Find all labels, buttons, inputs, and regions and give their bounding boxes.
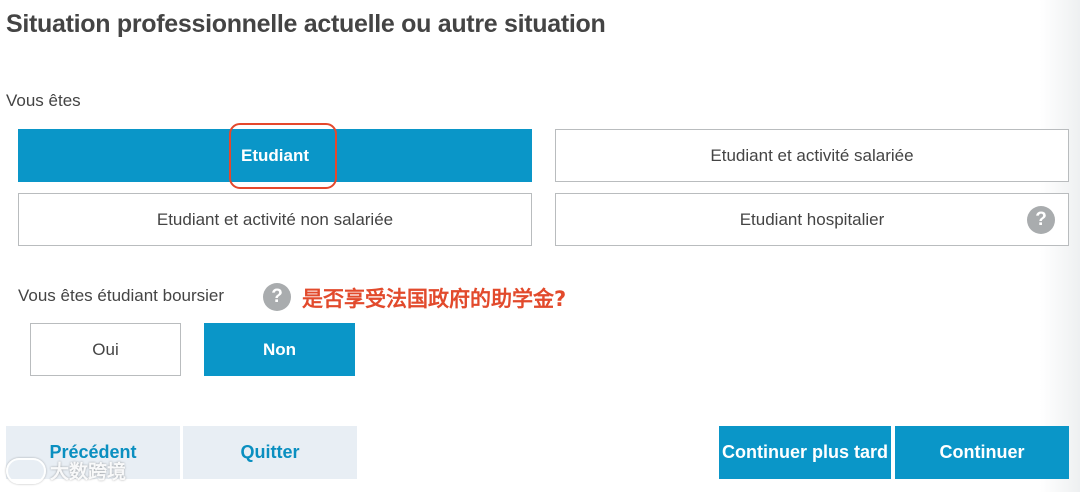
annotation-text: 是否享受法国政府的助学金?	[302, 287, 567, 311]
situation-label: Vous êtes	[6, 91, 81, 110]
question-circle-icon[interactable]: ?	[1027, 206, 1055, 234]
page-title: Situation professionnelle actuelle ou au…	[6, 10, 606, 38]
boursier-non-button[interactable]: Non	[204, 323, 355, 376]
option-etudiant-hospitalier[interactable]: Etudiant hospitalier	[555, 193, 1069, 246]
quit-button[interactable]: Quitter	[183, 426, 357, 479]
question-circle-icon[interactable]: ?	[263, 283, 291, 311]
continue-button[interactable]: Continuer	[895, 426, 1069, 479]
watermark-logo-icon	[6, 457, 46, 484]
boursier-non-label: Non	[262, 339, 297, 359]
boursier-oui-button[interactable]: Oui	[30, 323, 181, 376]
continue-later-label: Continuer plus tard	[722, 442, 888, 462]
option-etudiant-hospitalier-label: Etudiant hospitalier	[739, 209, 885, 229]
annotation-highlight-circle	[229, 123, 337, 189]
option-etudiant-salariee-label: Etudiant et activité salariée	[710, 145, 914, 165]
continue-button-label: Continuer	[939, 442, 1025, 462]
continue-later-button[interactable]: Continuer plus tard	[719, 426, 891, 479]
boursier-label: Vous êtes étudiant boursier	[18, 286, 225, 305]
option-etudiant-salariee[interactable]: Etudiant et activité salariée	[555, 129, 1069, 182]
right-edge-shadow	[1040, 0, 1080, 492]
quit-button-label: Quitter	[240, 442, 300, 462]
watermark-text: 大数跨境	[50, 461, 127, 483]
boursier-oui-label: Oui	[92, 339, 119, 359]
watermark: 大数跨境	[6, 457, 126, 484]
option-etudiant-non-salariee-label: Etudiant et activité non salariée	[156, 209, 394, 229]
option-etudiant-non-salariee[interactable]: Etudiant et activité non salariée	[18, 193, 532, 246]
